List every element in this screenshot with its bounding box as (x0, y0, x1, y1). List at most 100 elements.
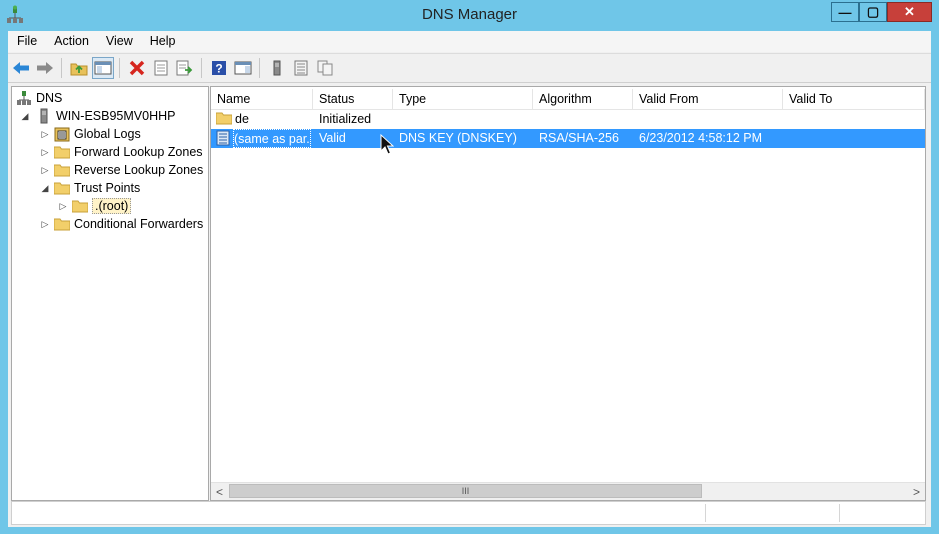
tree-label: WIN-ESB95MV0HHP (56, 109, 176, 123)
cell-valid-to (789, 129, 919, 148)
cell-type (399, 110, 529, 129)
server-icon (36, 108, 52, 124)
toolbar-separator (119, 58, 120, 78)
results-list[interactable]: Name Status Type Algorithm Valid From Va… (210, 86, 926, 501)
back-arrow-icon (13, 62, 29, 74)
toolbar-separator (61, 58, 62, 78)
menu-action[interactable]: Action (45, 31, 97, 52)
chevron-right-icon: > (912, 484, 920, 499)
status-divider (839, 504, 840, 522)
cell-status: Initialized (319, 112, 372, 126)
collapse-arrow-icon[interactable]: ◢ (40, 183, 50, 194)
record-icon (216, 130, 232, 149)
tree-node-trust-points[interactable]: ◢ Trust Points (42, 179, 141, 197)
collapse-arrow-icon[interactable]: ◢ (20, 111, 30, 122)
dns-icon (16, 90, 32, 106)
column-header-valid-from[interactable]: Valid From (633, 89, 783, 109)
tree-node-dns[interactable]: DNS (16, 89, 62, 107)
cell-valid-to (789, 110, 919, 129)
forward-button[interactable] (34, 57, 56, 79)
console-tree[interactable]: DNS ◢ WIN-ESB95MV0HHP ▷ Global Logs ▷ Fo… (11, 86, 209, 501)
status-divider (705, 504, 706, 522)
minimize-button[interactable]: — (831, 2, 859, 22)
table-row[interactable]: (same as par... Valid DNS KEY (DNSKEY) R… (211, 129, 925, 148)
copy-button[interactable] (314, 57, 336, 79)
list-button[interactable] (290, 57, 312, 79)
properties-button[interactable] (150, 57, 172, 79)
maximize-button[interactable]: ▢ (859, 2, 887, 22)
horizontal-scrollbar[interactable]: < III > (211, 482, 925, 500)
chevron-left-icon: < (215, 484, 223, 499)
delete-button[interactable] (126, 57, 148, 79)
properties-icon (154, 60, 168, 76)
expand-arrow-icon[interactable]: ▷ (58, 201, 68, 212)
show-hide-action-pane-button[interactable] (232, 57, 254, 79)
action-pane-icon (234, 61, 252, 75)
grip-icon: III (461, 486, 470, 496)
window-title: DNS Manager (421, 6, 518, 23)
menu-bar: File Action View Help (8, 31, 931, 52)
cell-name: de (235, 112, 249, 126)
tree-label: Global Logs (74, 127, 141, 141)
tree-node-server[interactable]: ◢ WIN-ESB95MV0HHP (22, 107, 176, 125)
tree-label: .(root) (92, 198, 132, 214)
tree-label: DNS (36, 91, 63, 105)
scroll-right-button[interactable]: > (908, 483, 925, 500)
close-icon: ✕ (904, 4, 915, 19)
show-hide-tree-icon (94, 61, 112, 75)
help-button[interactable]: ? (208, 57, 230, 79)
server-button[interactable] (266, 57, 288, 79)
tree-node-conditional-forwarders[interactable]: ▷ Conditional Forwarders (42, 215, 204, 233)
tree-node-forward-lookup-zones[interactable]: ▷ Forward Lookup Zones (42, 143, 203, 161)
mouse-pointer-icon (380, 134, 394, 155)
tree-label: Reverse Lookup Zones (74, 163, 204, 177)
forward-arrow-icon (37, 62, 53, 74)
menu-view[interactable]: View (97, 31, 141, 52)
scroll-thumb[interactable]: III (229, 484, 702, 498)
tree-node-global-logs[interactable]: ▷ Global Logs (42, 125, 141, 143)
column-header-valid-to[interactable]: Valid To (783, 89, 925, 109)
table-row[interactable]: de Initialized (211, 110, 925, 129)
show-hide-console-tree-button[interactable] (92, 57, 114, 79)
menu-help[interactable]: Help (141, 31, 184, 52)
tree-node-root[interactable]: ▷ .(root) (60, 197, 132, 215)
folder-icon (54, 144, 70, 160)
folder-icon (54, 180, 70, 196)
column-header-name[interactable]: Name (211, 89, 313, 109)
column-header-type[interactable]: Type (393, 89, 533, 109)
server-icon (273, 60, 281, 76)
minimize-icon: — (838, 4, 852, 20)
tree-label: Conditional Forwarders (74, 217, 204, 231)
toolbar-separator (259, 58, 260, 78)
log-icon (54, 126, 70, 142)
menu-file[interactable]: File (8, 31, 45, 52)
up-one-level-button[interactable] (68, 57, 90, 79)
column-header-algorithm[interactable]: Algorithm (533, 89, 633, 109)
scroll-left-button[interactable]: < (211, 483, 228, 500)
folder-icon (216, 111, 232, 130)
column-header-status[interactable]: Status (313, 89, 393, 109)
expand-arrow-icon[interactable]: ▷ (40, 147, 50, 158)
cell-valid-from (639, 110, 779, 129)
list-icon (294, 60, 308, 76)
folder-icon (72, 198, 88, 214)
expand-arrow-icon[interactable]: ▷ (40, 129, 50, 140)
back-button[interactable] (10, 57, 32, 79)
tree-node-reverse-lookup-zones[interactable]: ▷ Reverse Lookup Zones (42, 161, 204, 179)
dns-manager-window: DNS Manager — ▢ ✕ File Action View Help … (0, 0, 939, 534)
toolbar-separator (201, 58, 202, 78)
up-folder-icon (70, 63, 88, 76)
export-list-icon (176, 60, 193, 76)
close-button[interactable]: ✕ (887, 2, 932, 22)
folder-icon (54, 216, 70, 232)
status-bar (11, 501, 926, 525)
expand-arrow-icon[interactable]: ▷ (40, 165, 50, 176)
cell-valid-from: 6/23/2012 4:58:12 PM (639, 131, 763, 145)
expand-arrow-icon[interactable]: ▷ (40, 219, 50, 230)
delete-icon (129, 60, 145, 76)
client-area: File Action View Help ? DNS ◢ WIN-ESB95M… (8, 31, 931, 527)
export-list-button[interactable] (174, 57, 196, 79)
title-bar[interactable]: DNS Manager — ▢ ✕ (0, 0, 939, 31)
help-icon: ? (212, 61, 226, 76)
svg-text:?: ? (215, 62, 222, 76)
